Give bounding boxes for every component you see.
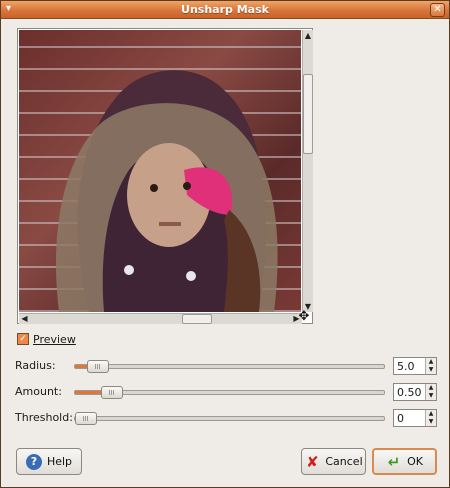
ok-button-label: OK (407, 455, 423, 468)
preview-horizontal-scrollbar[interactable]: ◀ ▶ (19, 313, 302, 324)
window-title: Unsharp Mask (181, 3, 269, 16)
threshold-label: Threshold: (15, 411, 73, 424)
navigate-icon[interactable]: ✥ (297, 310, 311, 324)
preview-label: Preview (33, 332, 76, 346)
radius-slider[interactable] (74, 360, 385, 373)
threshold-slider[interactable] (74, 412, 385, 425)
horizontal-scroll-thumb[interactable] (182, 314, 212, 324)
cancel-button[interactable]: ✘ Cancel (301, 448, 366, 475)
threshold-spin-buttons[interactable]: ▲ ▼ (425, 410, 436, 426)
amount-spin-buttons[interactable]: ▲ ▼ (425, 384, 436, 400)
preview-toggle[interactable]: ✓ Preview (17, 332, 76, 346)
help-button[interactable]: ? Help (16, 448, 82, 475)
preview-checkbox[interactable]: ✓ (17, 333, 29, 345)
vertical-scroll-thumb[interactable] (303, 74, 313, 154)
amount-label: Amount: (15, 385, 62, 398)
cancel-icon: ✘ (306, 452, 319, 471)
ok-arrow-icon: ↵ (387, 452, 401, 471)
preview-vertical-scrollbar[interactable]: ▲ ▼ (302, 30, 313, 312)
threshold-spinbox[interactable]: 0 ▲ ▼ (393, 409, 437, 427)
preview-frame: ▲ ▼ ◀ ▶ (17, 28, 313, 324)
amount-slider[interactable] (74, 386, 385, 399)
help-icon: ? (25, 453, 42, 470)
cancel-button-label: Cancel (325, 455, 363, 468)
amount-spinbox[interactable]: 0.50 ▲ ▼ (393, 383, 437, 401)
help-button-label: Help (46, 455, 73, 468)
radius-spin-buttons[interactable]: ▲ ▼ (425, 358, 436, 374)
preview-image (19, 30, 301, 312)
threshold-slider-handle[interactable] (75, 412, 97, 425)
radius-spinbox[interactable]: 5.0 ▲ ▼ (393, 357, 437, 375)
threshold-row: Threshold: 0 ▲ ▼ (15, 409, 437, 427)
scroll-left-icon[interactable]: ◀ (19, 314, 30, 324)
amount-slider-handle[interactable] (101, 386, 123, 399)
amount-row: Amount: 0.50 ▲ ▼ (15, 383, 437, 401)
radius-slider-handle[interactable] (87, 360, 109, 373)
amount-value[interactable]: 0.50 (397, 386, 422, 399)
preview-photo (55, 70, 278, 312)
scroll-up-icon[interactable]: ▲ (303, 30, 313, 41)
close-button[interactable]: ✕ (430, 3, 445, 17)
ok-button[interactable]: ↵ OK (372, 448, 437, 475)
radius-row: Radius: 5.0 ▲ ▼ (15, 357, 437, 375)
title-bar: ▾ Unsharp Mask ✕ (1, 1, 449, 19)
radius-label: Radius: (15, 359, 56, 372)
threshold-value[interactable]: 0 (397, 412, 404, 425)
radius-value[interactable]: 5.0 (397, 360, 415, 373)
unsharp-mask-dialog: ▾ Unsharp Mask ✕ ▲ ▼ ◀ ▶ ✥ ✓ Preview Rad… (0, 0, 450, 488)
